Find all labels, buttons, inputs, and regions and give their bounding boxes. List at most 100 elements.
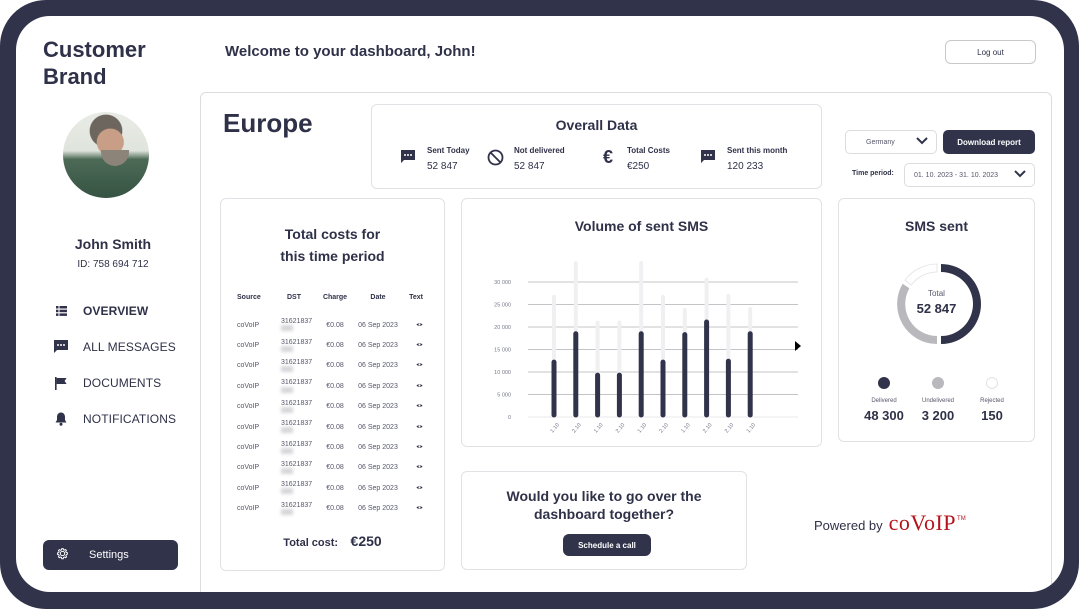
stat-sent-this-month: Sent this month 120 233: [699, 146, 787, 172]
legend-rejected: Rejected 150: [965, 377, 1019, 423]
redacted-digits: [281, 488, 293, 495]
view-text-icon[interactable]: [403, 403, 423, 410]
cell-dst: 31621837: [271, 441, 317, 455]
euro-icon: €: [602, 146, 613, 167]
cell-dst: 31621837: [271, 481, 317, 495]
cell-date: 06 Sep 2023: [358, 484, 398, 492]
cell-dst: 31621837: [271, 359, 317, 373]
costs-title-line-1: Total costs for: [284, 226, 381, 242]
cell-dst-number: 31621837: [281, 399, 313, 407]
table-row: coVoIP 31621837 €0.08 06 Sep 2023: [237, 315, 437, 335]
legend-value: 150: [981, 408, 1003, 423]
view-text-icon[interactable]: [403, 424, 423, 431]
sidebar-item-notifications[interactable]: NOTIFICATIONS: [52, 409, 176, 429]
cell-charge: €0.08: [326, 444, 344, 452]
cell-dst-number: 31621837: [281, 358, 313, 366]
stat-label: Sent this month: [727, 146, 788, 155]
y-tick-label: 20 000: [494, 325, 511, 331]
view-text-icon[interactable]: [403, 322, 423, 329]
table-body: coVoIP 31621837 €0.08 06 Sep 2023 coVoIP 3162…: [237, 315, 437, 519]
sidebar-item-label: ALL MESSAGES: [83, 340, 176, 354]
country-select[interactable]: Germany: [845, 130, 937, 154]
brand-logo: Customer Brand: [43, 36, 146, 90]
powered-by: Powered by coVoIP TM: [814, 510, 966, 536]
cell-source: coVoIP: [237, 362, 260, 370]
country-select-value: Germany: [866, 138, 895, 146]
view-text-icon[interactable]: [403, 362, 423, 369]
sidebar-item-overview[interactable]: OVERVIEW: [52, 301, 176, 321]
x-tick-label: 1.10: [746, 422, 757, 434]
legend-delivered: Delivered 48 300: [857, 377, 911, 423]
stat-total-costs: € Total Costs €250: [599, 146, 670, 172]
column-header-source: Source: [237, 293, 261, 301]
stat-value: 52 847: [427, 161, 458, 172]
redacted-digits: [281, 366, 293, 373]
avatar-detail: [101, 150, 129, 166]
trademark-mark: TM: [957, 516, 966, 522]
cell-source: coVoIP: [237, 484, 260, 492]
sms-sent-title: SMS sent: [904, 218, 968, 234]
view-text-icon[interactable]: [403, 444, 423, 451]
cell-source: coVoIP: [237, 382, 260, 390]
download-report-button[interactable]: Download report: [943, 130, 1035, 154]
logout-button[interactable]: Log out: [945, 40, 1036, 64]
cell-date: 06 Sep 2023: [358, 342, 398, 350]
settings-button[interactable]: Settings: [43, 540, 178, 570]
covoip-logo: coVoIP: [888, 510, 957, 535]
redacted-digits: [281, 447, 293, 454]
x-tick-label: 2.10: [702, 422, 713, 434]
cell-source: coVoIP: [237, 321, 260, 329]
stat-value: 52 847: [514, 161, 545, 172]
message-icon: [699, 148, 717, 166]
bell-icon: [52, 411, 70, 427]
donut-segment-rejected: [904, 263, 938, 286]
y-tick-label: 25 000: [494, 303, 511, 309]
chevron-down-icon: [1014, 170, 1026, 180]
view-text-icon[interactable]: [403, 383, 423, 390]
cell-date: 06 Sep 2023: [358, 403, 398, 411]
y-tick-label: 15 000: [494, 348, 511, 354]
schedule-call-button[interactable]: Schedule a call: [563, 534, 651, 556]
cell-date: 06 Sep 2023: [358, 382, 398, 390]
sms-sent-card: SMS sent Total 52 847 Delivered 48 300 U…: [838, 198, 1035, 442]
table-header: Source DST Charge Date Text: [237, 291, 437, 303]
settings-label: Settings: [89, 549, 129, 561]
x-tick-label: 1.10: [549, 422, 560, 434]
page-title: Welcome to your dashboard, John!: [225, 43, 476, 60]
brand-line-1: Customer: [43, 37, 146, 62]
block-icon: [486, 148, 504, 166]
cell-dst: 31621837: [271, 379, 317, 393]
cell-dst: 31621837: [271, 502, 317, 516]
view-text-icon[interactable]: [403, 485, 423, 492]
view-text-icon[interactable]: [403, 464, 423, 471]
cell-dst-number: 31621837: [281, 501, 313, 509]
redacted-digits: [281, 345, 293, 352]
time-period-select[interactable]: 01. 10. 2023 - 31. 10. 2023: [904, 163, 1035, 187]
sidebar-item-documents[interactable]: DOCUMENTS: [52, 373, 176, 393]
cell-dst-number: 31621837: [281, 420, 313, 428]
redacted-digits: [281, 406, 293, 413]
cell-dst-number: 31621837: [281, 318, 313, 326]
cell-dst-number: 31621837: [281, 338, 313, 346]
cell-charge: €0.08: [326, 484, 344, 492]
stat-label: Total Costs: [627, 146, 670, 155]
costs-title-line-2: this time period: [280, 248, 385, 264]
view-text-icon[interactable]: [403, 342, 423, 349]
cell-dst: 31621837: [271, 420, 317, 434]
view-text-icon[interactable]: [403, 505, 423, 512]
cell-source: coVoIP: [237, 403, 260, 411]
sidebar-nav: OVERVIEW ALL MESSAGES DOCUMENTS NOTIFICA…: [52, 301, 176, 445]
time-period-label: Time period:: [852, 170, 894, 177]
sidebar-item-all-messages[interactable]: ALL MESSAGES: [52, 337, 176, 357]
cell-charge: €0.08: [326, 505, 344, 513]
user-id: ID: 758 694 712: [77, 259, 149, 270]
legend-value: 3 200: [921, 408, 955, 423]
cell-charge: €0.08: [326, 321, 344, 329]
legend-undelivered: Undelivered 3 200: [911, 377, 965, 423]
cell-date: 06 Sep 2023: [358, 505, 398, 513]
cell-date: 06 Sep 2023: [358, 321, 398, 329]
redacted-digits: [281, 508, 293, 515]
total-cost-label: Total cost:: [283, 537, 339, 549]
user-name: John Smith: [74, 236, 152, 252]
call-question: Would you like to go over the dashboard …: [462, 487, 746, 523]
